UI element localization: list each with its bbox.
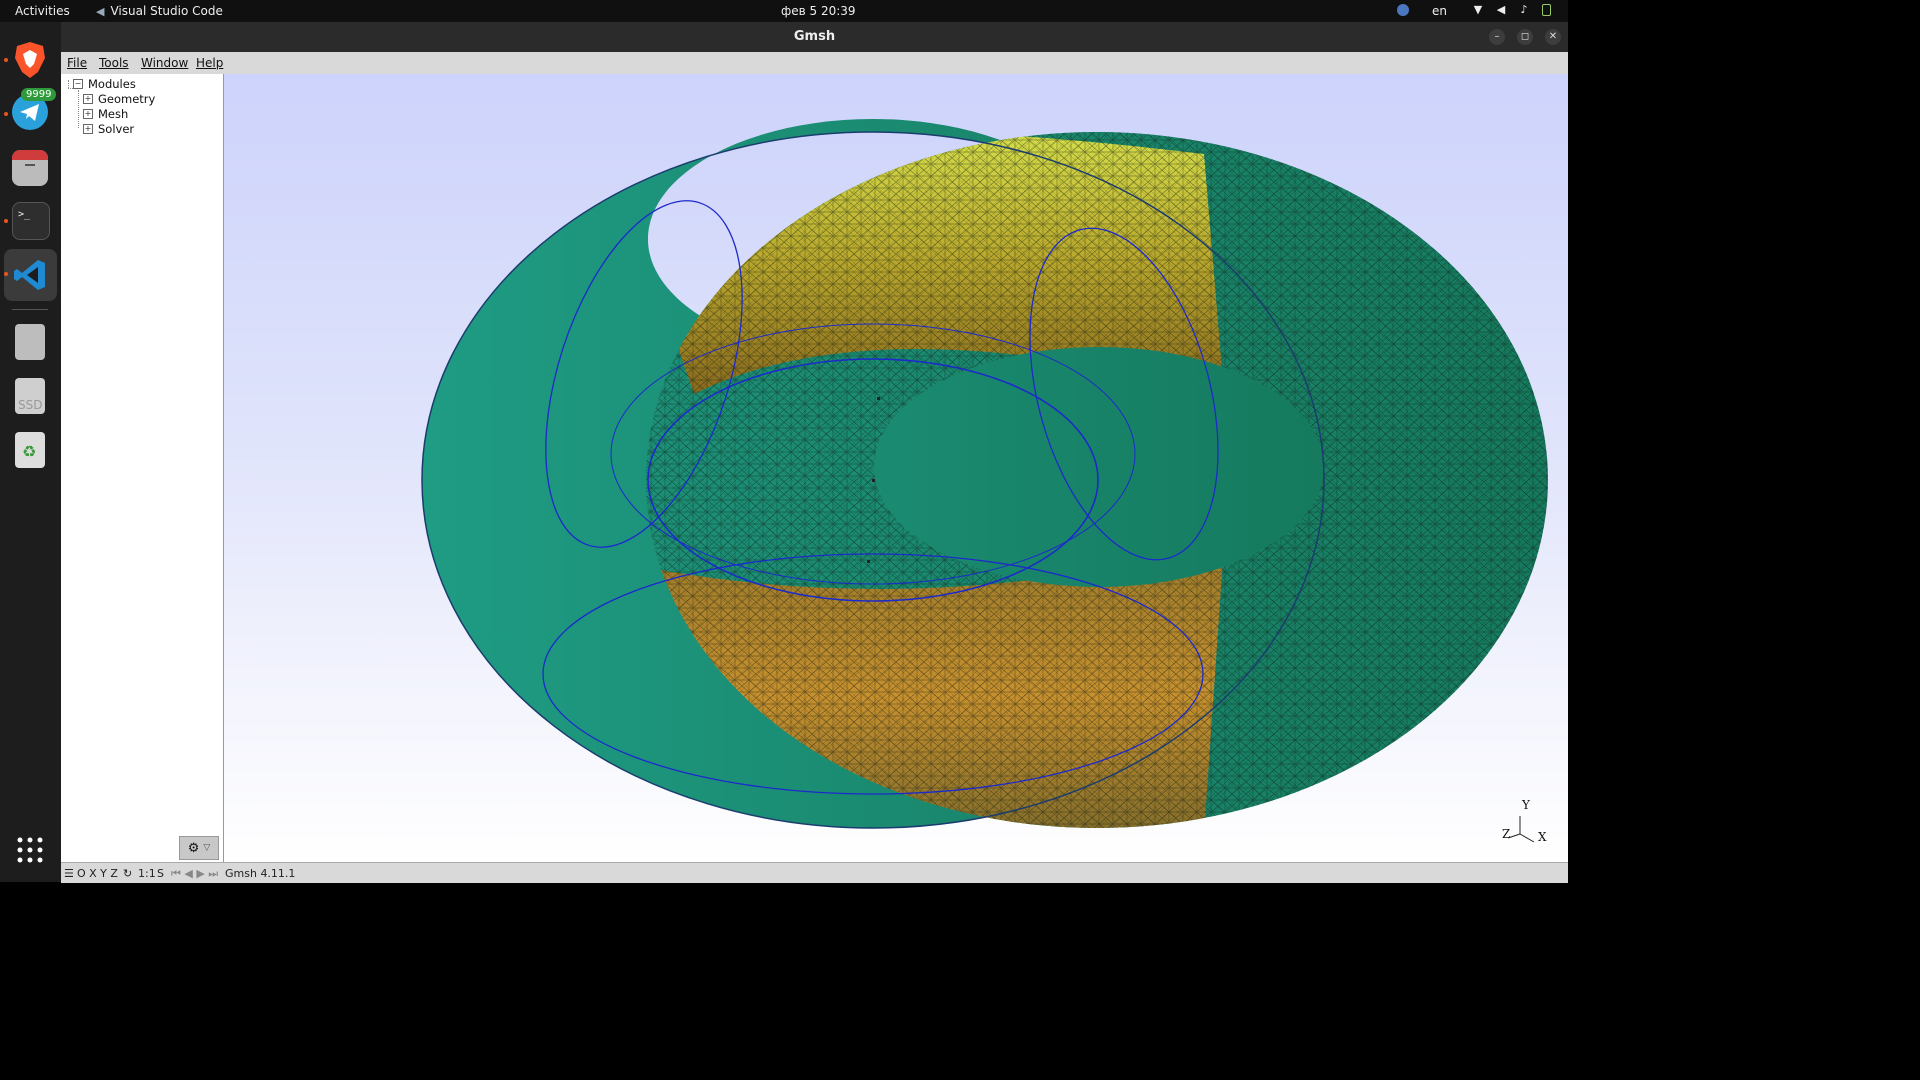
tree-item-label: Geometry	[98, 92, 156, 106]
expand-icon[interactable]: +	[83, 124, 93, 134]
gear-icon: ⚙	[187, 840, 200, 856]
modules-tree-panel: − Modules + Geometry + Mesh + Solver ⚙ ▽	[61, 74, 224, 862]
menu-file[interactable]: File	[67, 56, 87, 70]
microphone-icon[interactable]: ♪	[1518, 4, 1530, 16]
tree-line	[68, 80, 70, 88]
vscode-small-icon: ◀	[96, 4, 105, 18]
animation-controls[interactable]: ⏮ ◀ ▶ ⏭	[171, 867, 218, 881]
tree-root-modules[interactable]: − Modules	[73, 77, 136, 91]
snapshot-button[interactable]: S	[157, 867, 164, 880]
status-message: Gmsh 4.11.1	[225, 867, 296, 880]
brave-browser-icon[interactable]	[12, 40, 48, 78]
tree-item-label: Mesh	[98, 107, 129, 121]
disk-icon[interactable]	[15, 324, 45, 360]
tree-root-label: Modules	[88, 77, 136, 91]
vscode-icon[interactable]	[12, 257, 48, 293]
unread-badge: 9999	[21, 88, 57, 101]
trash-icon[interactable]: ♻	[15, 432, 45, 468]
running-indicator	[4, 58, 8, 62]
scale-button[interactable]: 1:1	[138, 867, 156, 880]
axis-x-label: X	[1538, 830, 1547, 844]
maximize-button[interactable]: ◻	[1517, 29, 1533, 45]
minimize-button[interactable]: –	[1489, 29, 1505, 45]
telegram-icon[interactable]: 9999	[12, 88, 57, 130]
running-indicator	[4, 272, 8, 276]
tree-line	[78, 90, 80, 128]
menu-help[interactable]: Help	[196, 56, 223, 70]
tree-item-mesh[interactable]: + Mesh	[83, 107, 128, 121]
running-indicator	[4, 112, 8, 116]
tree-item-label: Solver	[98, 122, 135, 136]
graphics-viewport[interactable]: Y X Z	[224, 74, 1568, 862]
menu-window[interactable]: Window	[141, 56, 188, 70]
tree-item-geometry[interactable]: + Geometry	[83, 92, 155, 106]
torus-mesh-render	[421, 119, 1548, 829]
options-gear-button[interactable]: ⚙ ▽	[179, 836, 219, 860]
active-app-name: Visual Studio Code	[110, 4, 223, 18]
drive-label: SSD	[18, 398, 43, 412]
clock[interactable]: фев 5 20:39	[781, 4, 856, 18]
activities-button[interactable]: Activities	[15, 4, 70, 18]
close-button[interactable]: ✕	[1545, 29, 1561, 45]
menu-toggle-icon[interactable]: ☰	[64, 867, 74, 880]
status-bar: ☰ O X Y Z ↻ 1:1 S ⏮ ◀ ▶ ⏭ Gmsh 4.11.1	[61, 862, 1568, 883]
axis-z-label: Z	[1502, 827, 1511, 841]
files-icon[interactable]	[12, 150, 48, 186]
dock: 9999 >_ SSD ♻	[0, 22, 61, 882]
wifi-icon[interactable]: ▼	[1472, 4, 1484, 16]
show-apps-icon[interactable]	[12, 832, 48, 868]
window-title: Gmsh	[793, 29, 836, 44]
active-app-indicator[interactable]: ◀ Visual Studio Code	[96, 4, 223, 18]
volume-icon[interactable]: ◀	[1495, 4, 1507, 16]
language-indicator[interactable]: en	[1432, 4, 1447, 18]
expand-icon[interactable]: +	[83, 109, 93, 119]
dock-separator	[12, 309, 48, 310]
battery-icon[interactable]	[1542, 4, 1551, 16]
menu-bar: File Tools Window Help	[61, 52, 1568, 75]
system-top-bar: Activities ◀ Visual Studio Code фев 5 20…	[0, 0, 1568, 22]
tree-item-solver[interactable]: + Solver	[83, 122, 134, 136]
chevron-down-icon: ▽	[203, 843, 211, 853]
menu-tools[interactable]: Tools	[99, 56, 129, 70]
terminal-icon[interactable]: >_	[12, 202, 50, 240]
globe-icon[interactable]	[1397, 4, 1409, 16]
window-titlebar[interactable]: Gmsh – ◻ ✕	[61, 22, 1568, 52]
ssd-drive-icon[interactable]: SSD	[15, 378, 45, 414]
expand-icon[interactable]: +	[83, 94, 93, 104]
collapse-icon[interactable]: −	[73, 79, 83, 89]
view-axes-buttons[interactable]: O X Y Z	[77, 867, 118, 880]
axes-gizmo: Y X Z	[1500, 798, 1550, 848]
rotate-icon[interactable]: ↻	[123, 867, 132, 880]
axis-y-label: Y	[1522, 798, 1530, 812]
running-indicator	[4, 219, 8, 223]
